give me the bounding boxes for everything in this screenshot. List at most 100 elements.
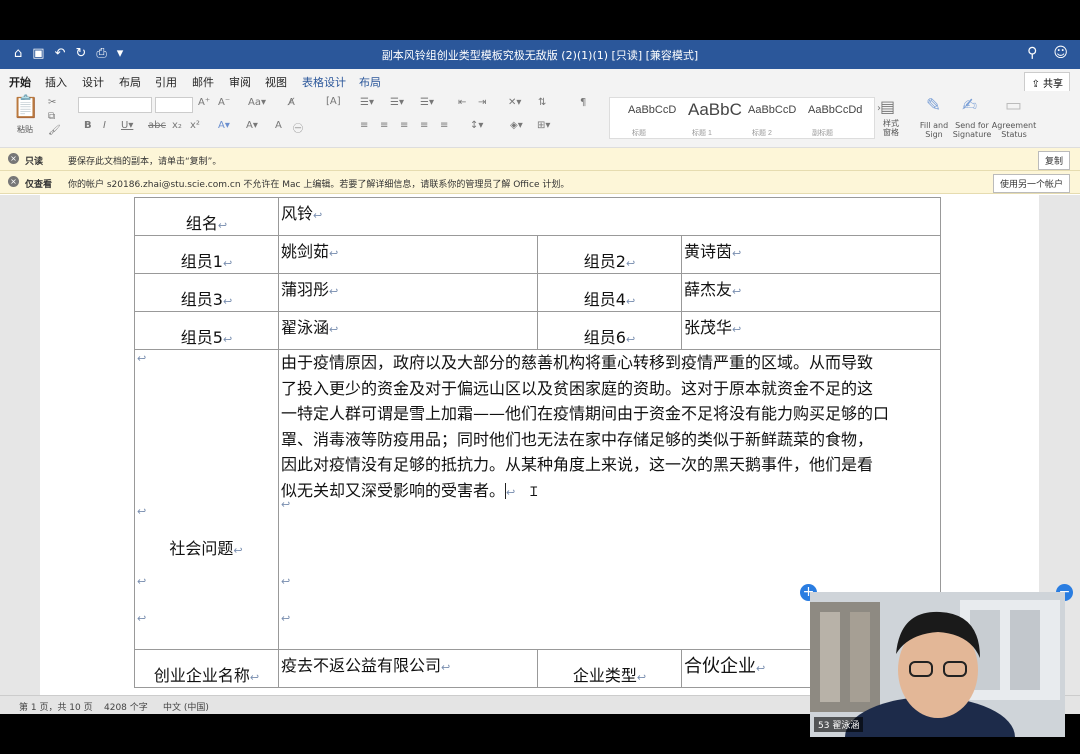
styles-pane-label[interactable]: 样式 窗格 — [878, 119, 904, 137]
copy-button[interactable]: 复制 — [1037, 151, 1070, 170]
ribbon: 📋 粘贴 ✂ ⧉ 🖌 A⁺ A⁻ Aa▾ A̸ [A] B I U▾ abc x… — [0, 91, 1080, 148]
bold-icon[interactable]: B — [84, 120, 92, 131]
tab-mailings[interactable]: 邮件 — [192, 74, 214, 90]
style-subtitle[interactable]: AaBbCcDd 副标题 — [808, 104, 862, 137]
clear-format-icon[interactable]: A̸ — [288, 97, 295, 108]
cut-icon[interactable]: ✂ — [48, 97, 56, 108]
tab-insert[interactable]: 插入 — [45, 74, 67, 90]
line-spacing-icon[interactable]: ↕▾ — [470, 120, 483, 131]
copy-icon[interactable]: ⧉ — [48, 111, 55, 122]
video-overlay[interactable]: 53 翟泳涵 — [810, 592, 1065, 737]
participant-video — [810, 592, 1065, 737]
tab-table-layout[interactable]: 布局 — [359, 74, 381, 90]
member-value-cell[interactable]: 姚剑茹↩ — [278, 235, 538, 274]
tab-references[interactable]: 引用 — [155, 74, 177, 90]
page-count[interactable]: 第 1 页，共 10 页 — [19, 700, 93, 713]
group-label-cell[interactable]: 组名↩ — [134, 197, 279, 236]
member-label-cell[interactable]: 组员6↩ — [537, 311, 682, 350]
character-border-icon[interactable]: [A] — [326, 96, 341, 107]
table-row: 组员3↩ 蒲羽彤↩ 组员4↩ 薛杰友↩ — [134, 273, 942, 312]
social-label-cell[interactable]: ↩ ↩ 社会问题↩ ↩ ↩ — [134, 349, 279, 650]
share-button[interactable]: ⇪ 共享 — [1024, 72, 1070, 93]
style-heading-2[interactable]: AaBbCcD 标题 2 — [748, 104, 796, 137]
show-marks-icon[interactable]: ¶ — [580, 97, 586, 108]
member-label-cell[interactable]: 组员3↩ — [134, 273, 279, 312]
language-indicator[interactable]: 中文 (中国) — [163, 700, 209, 713]
member-label-cell[interactable]: 组员4↩ — [537, 273, 682, 312]
distributed-icon[interactable]: ≡ — [440, 120, 448, 131]
styles-gallery: AaBbCcD 标题 AaBbC 标题 1 AaBbCcD 标题 2 AaBbC… — [609, 97, 875, 139]
align-right-icon[interactable]: ≡ — [400, 120, 408, 131]
member-value-cell[interactable]: 薛杰友↩ — [680, 273, 942, 312]
paste-label: 粘贴 — [17, 125, 33, 134]
window-title: 副本风铃组创业类型模板究极无敌版 (2)(1)(1) [只读] [兼容模式] — [381, 49, 699, 62]
grow-font-icon[interactable]: A⁺ — [198, 97, 210, 108]
tab-review[interactable]: 审阅 — [229, 74, 251, 90]
member-value-cell[interactable]: 张茂华↩ — [680, 311, 942, 350]
paste-icon[interactable]: 📋 — [12, 95, 39, 120]
sort-icon[interactable]: ⇅ — [538, 97, 546, 108]
font-size-select[interactable] — [155, 97, 193, 113]
chinese-layout-icon[interactable]: ✕▾ — [508, 97, 521, 108]
fill-color-icon[interactable]: ◈▾ — [510, 120, 523, 131]
numbering-icon[interactable]: ☰▾ — [390, 97, 404, 108]
participant-name: 53 翟泳涵 — [814, 717, 864, 732]
text-effects-icon[interactable]: A▾ — [218, 120, 230, 131]
viewonly-notice: × 仅查看 你的帐户 s20186.zhai@stu.scie.com.cn 不… — [0, 171, 1080, 194]
member-label-cell[interactable]: 组员1↩ — [134, 235, 279, 274]
agreement-status-label[interactable]: Agreement Status — [990, 121, 1038, 139]
enclose-character-icon[interactable]: ㊀ — [293, 120, 303, 135]
subscript-icon[interactable]: x₂ — [172, 120, 182, 131]
superscript-icon[interactable]: x² — [190, 120, 200, 131]
member-value-cell[interactable]: 翟泳涵↩ — [278, 311, 538, 350]
company-value-cell[interactable]: 疫去不返公益有限公司↩ — [278, 649, 538, 688]
borders-icon[interactable]: ⊞▾ — [537, 120, 550, 131]
company-label-cell[interactable]: 创业企业名称↩ — [134, 649, 279, 688]
tab-table-design[interactable]: 表格设计 — [302, 74, 346, 90]
align-center-icon[interactable]: ≡ — [380, 120, 388, 131]
member-value-cell[interactable]: 蒲羽彤↩ — [278, 273, 538, 312]
tab-layout[interactable]: 布局 — [119, 74, 141, 90]
styles-pane-icon[interactable]: ▤ — [880, 97, 895, 116]
send-signature-label[interactable]: Send for Signature — [952, 121, 992, 139]
member-label-cell[interactable]: 组员5↩ — [134, 311, 279, 350]
title-bar: ⌂ ▣ ↶ ↻ ⎙ ▾ 副本风铃组创业类型模板究极无敌版 (2)(1)(1) [… — [0, 40, 1080, 69]
member-value-cell[interactable]: 黄诗茵↩ — [680, 235, 942, 274]
format-painter-icon[interactable]: 🖌 — [48, 125, 61, 136]
highlight-icon[interactable]: A▾ — [246, 120, 258, 131]
style-heading-1[interactable]: AaBbC 标题 1 — [688, 100, 742, 137]
account-icon[interactable]: ☺ — [1053, 45, 1068, 61]
shading-icon[interactable]: A — [275, 120, 282, 131]
style-heading[interactable]: AaBbCcD 标题 — [628, 104, 676, 137]
justify-icon[interactable]: ≡ — [420, 120, 428, 131]
decrease-indent-icon[interactable]: ⇤ — [458, 97, 466, 108]
change-case-icon[interactable]: Aa▾ — [248, 97, 266, 108]
member-label-cell[interactable]: 组员2↩ — [537, 235, 682, 274]
close-icon[interactable]: × — [8, 153, 19, 164]
fill-sign-icon[interactable]: ✎ — [926, 95, 941, 116]
italic-icon[interactable]: I — [103, 120, 106, 131]
font-name-select[interactable] — [78, 97, 152, 113]
type-label-cell[interactable]: 企业类型↩ — [537, 649, 682, 688]
use-another-account-button[interactable]: 使用另一个帐户 — [992, 174, 1070, 193]
multilevel-list-icon[interactable]: ☰▾ — [420, 97, 434, 108]
group-value-cell[interactable]: 风铃↩ — [277, 197, 942, 236]
agreement-status-icon[interactable]: ▭ — [1005, 95, 1022, 116]
tab-design[interactable]: 设计 — [82, 74, 104, 90]
align-left-icon[interactable]: ≡ — [360, 120, 368, 131]
social-label: 社会问题 — [169, 539, 234, 558]
word-count[interactable]: 4208 个字 — [104, 700, 148, 713]
underline-icon[interactable]: U▾ — [121, 120, 133, 131]
search-icon[interactable]: ⚲ — [1027, 45, 1037, 61]
increase-indent-icon[interactable]: ⇥ — [478, 97, 486, 108]
fill-sign-label[interactable]: Fill and Sign — [914, 121, 954, 139]
bullets-icon[interactable]: ☰▾ — [360, 97, 374, 108]
send-signature-icon[interactable]: ✍ — [962, 95, 977, 116]
tab-view[interactable]: 视图 — [265, 74, 287, 90]
social-problem-text[interactable]: 由于疫情原因，政府以及大部分的慈善机构将重心转移到疫情严重的区域。从而导致 了投… — [279, 350, 940, 505]
close-icon[interactable]: × — [8, 176, 19, 187]
shrink-font-icon[interactable]: A⁻ — [218, 97, 230, 108]
share-icon: ⇪ — [1031, 79, 1043, 90]
strikethrough-icon[interactable]: abc — [148, 120, 166, 131]
tab-home[interactable]: 开始 — [9, 74, 31, 90]
